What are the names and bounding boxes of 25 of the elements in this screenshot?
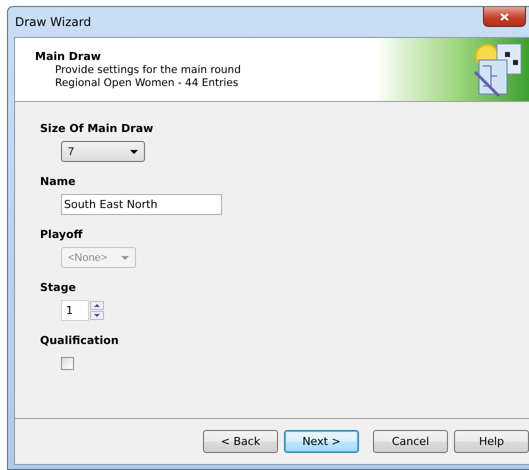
wizard-button[interactable]: < Back	[203, 430, 278, 453]
stage-field[interactable]: 1	[61, 300, 89, 321]
field-label: Stage	[40, 281, 77, 294]
spin-down-button[interactable]	[90, 311, 104, 320]
window-title: Draw Wizard	[15, 15, 92, 29]
checkbox[interactable]	[61, 357, 74, 370]
spin-up-button[interactable]	[90, 301, 104, 310]
wizard-button[interactable]: Next >	[284, 430, 359, 453]
close-icon	[500, 12, 509, 20]
page-description: Regional Open Women - 44 Entries	[54, 77, 240, 89]
wizard-button[interactable]: Help	[454, 430, 529, 453]
caret-icon	[130, 150, 138, 154]
field-label: Qualification	[40, 334, 120, 347]
wizard-button[interactable]: Cancel	[373, 430, 448, 453]
field-label: Name	[40, 175, 77, 188]
field-label: Playoff	[40, 228, 84, 241]
dropdown[interactable]: 7	[61, 141, 145, 162]
field-label: Size Of Main Draw	[40, 122, 154, 135]
page-title: Main Draw	[35, 50, 102, 63]
close-button[interactable]	[483, 7, 526, 27]
name-field[interactable]: South East North	[61, 194, 222, 215]
up-arrow-icon	[94, 304, 100, 307]
caret-icon	[121, 256, 129, 260]
page-description: Provide settings for the main round	[54, 64, 241, 76]
down-arrow-icon	[94, 314, 100, 317]
